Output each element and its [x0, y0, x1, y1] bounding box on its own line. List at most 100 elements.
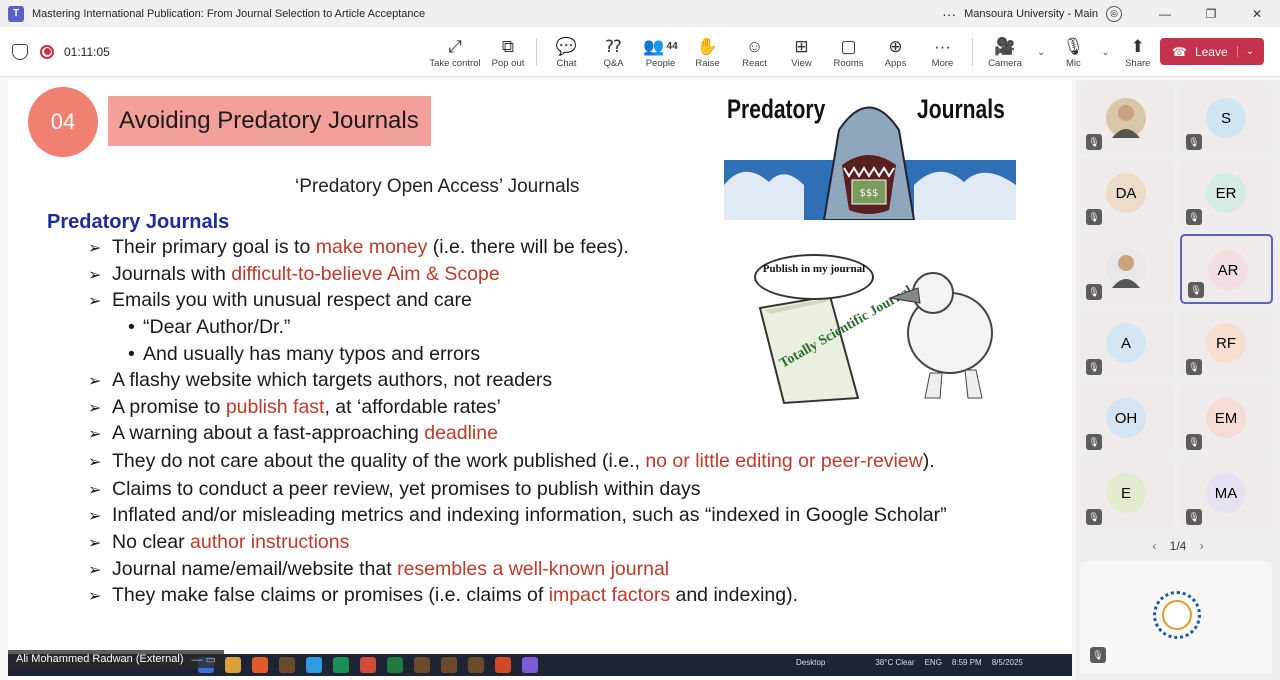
participants-pager: ‹ 1/4 ›: [1076, 539, 1280, 553]
minimize-button[interactable]: —: [1142, 0, 1188, 27]
self-video-tile[interactable]: 🎙: [1080, 561, 1272, 673]
participant-tile[interactable]: S 🎙: [1180, 84, 1273, 154]
organization-name[interactable]: Mansoura University - Main: [964, 8, 1098, 20]
participant-tile[interactable]: 🎙: [1080, 234, 1173, 304]
muted-mic-icon: 🎙: [1086, 509, 1102, 525]
bullet-text: Claims to conduct a peer review, yet pro…: [112, 478, 701, 500]
share-button[interactable]: ⬆ Share: [1116, 27, 1160, 77]
close-window-button[interactable]: ✕: [1234, 0, 1280, 27]
shared-slide: 04 Avoiding Predatory Journals $$$ Preda…: [8, 80, 1072, 680]
pager-prev-icon[interactable]: ‹: [1152, 539, 1156, 553]
mic-button[interactable]: 🎙 Mic: [1051, 27, 1095, 77]
highlighted-text: difficult-to-believe Aim & Scope: [231, 263, 500, 285]
taskbar-lang: ENG: [924, 658, 942, 667]
bullet-text: A warning about a fast-approaching: [112, 422, 425, 444]
toolbar-buttons: ⤢ Take control ⧉ Pop out 💬 Chat ⁇ Q&A 👥 44 People ✋…: [424, 27, 1160, 77]
app-icon: [495, 657, 511, 673]
rooms-button[interactable]: ▢ Rooms: [825, 27, 872, 77]
participant-tile[interactable]: DA 🎙: [1080, 159, 1173, 229]
app-icon: [306, 657, 322, 673]
bullet-item: ➢ Emails you with unusual respect and car…: [88, 289, 472, 312]
arrow-bullet-icon: ➢: [88, 400, 102, 417]
muted-mic-icon: 🎙: [1186, 434, 1202, 450]
people-count: 44: [666, 41, 678, 52]
people-button[interactable]: 👥 44 People: [637, 27, 684, 77]
sub-bullet-text: “Dear Author/Dr.”: [143, 316, 291, 338]
arrow-bullet-icon: ➢: [88, 293, 102, 310]
participant-tile[interactable]: MA 🎙: [1180, 459, 1273, 529]
app-icon: [522, 657, 538, 673]
apps-button[interactable]: ⊕ Apps: [872, 27, 919, 77]
participant-tile[interactable]: E 🎙: [1080, 459, 1173, 529]
participant-photo: [1106, 98, 1146, 138]
section-title: Predatory Journals: [47, 211, 230, 233]
chat-button[interactable]: 💬 Chat: [543, 27, 590, 77]
react-button[interactable]: ☺ React: [731, 27, 778, 77]
share-label: Share: [1125, 57, 1151, 69]
apps-icon: ⊕: [888, 36, 903, 56]
camera-button[interactable]: 🎥 Camera: [979, 27, 1031, 77]
pop-out-button[interactable]: ⧉ Pop out: [486, 27, 530, 77]
participant-tile[interactable]: OH 🎙: [1080, 384, 1173, 454]
take-control-label: Take control: [429, 57, 481, 69]
taskbar-desktop: Desktop: [796, 658, 826, 667]
shark-title-left: Predatory: [727, 94, 826, 124]
presenter-controls[interactable]: — ▭: [192, 653, 216, 666]
pop-out-icon: ⧉: [501, 36, 515, 56]
bullet-item: ➢ Their primary goal is to make money (i.…: [88, 236, 629, 259]
qa-button[interactable]: ⁇ Q&A: [590, 27, 637, 77]
chevron-down-icon[interactable]: ⌄: [1236, 46, 1254, 57]
take-control-button[interactable]: ⤢ Take control: [424, 27, 486, 77]
muted-mic-icon: 🎙: [1186, 359, 1202, 375]
participant-avatar: E: [1106, 473, 1146, 513]
react-icon: ☺: [745, 36, 764, 56]
bullet-dot-icon: •: [128, 316, 135, 338]
participant-tile[interactable]: 🎙: [1080, 84, 1173, 154]
more-button[interactable]: ··· More: [919, 27, 966, 77]
more-options-icon[interactable]: ···: [938, 6, 960, 22]
shield-icon[interactable]: [12, 43, 28, 60]
camera-options-chevron-icon[interactable]: ⌄: [1037, 47, 1045, 58]
view-button[interactable]: ⊞ View: [778, 27, 825, 77]
wolf-cartoon-image: Totally Scientific Journal Publish in my…: [750, 248, 1005, 408]
people-label: People: [645, 57, 676, 69]
app-icon: [468, 657, 484, 673]
sub-bullet-text: And usually has many typos and errors: [143, 343, 481, 365]
bullet-text: Journals with: [112, 263, 232, 285]
organization-logo-icon: ◎: [1106, 5, 1122, 22]
svg-text:$$$: $$$: [859, 188, 878, 199]
chat-label: Chat: [556, 57, 577, 69]
speech-bubble: Publish in my journal: [754, 254, 874, 300]
participant-tile[interactable]: A 🎙: [1080, 309, 1173, 379]
bullet-text: They make false claims or promises (i.e.…: [112, 584, 549, 606]
app-icon: [387, 657, 403, 673]
participant-tile[interactable]: EM 🎙: [1180, 384, 1273, 454]
bullet-text: No clear: [112, 531, 191, 553]
predatory-journals-shark-image: $$$ Predatory Journals: [724, 90, 1016, 220]
pager-next-icon[interactable]: ›: [1200, 539, 1204, 553]
raise-button[interactable]: ✋ Raise: [684, 27, 731, 77]
bullet-text: (i.e. there will be fees).: [427, 236, 629, 258]
participant-tile[interactable]: ER 🎙: [1180, 159, 1273, 229]
leave-button[interactable]: ☎ Leave ⌄: [1160, 38, 1264, 65]
arrow-bullet-icon: ➢: [88, 562, 102, 579]
participant-tile[interactable]: RF 🎙: [1180, 309, 1273, 379]
mic-options-chevron-icon[interactable]: ⌄: [1101, 47, 1109, 58]
meeting-timer: 01:11:05: [64, 44, 110, 59]
toolbar-separator: [536, 38, 537, 66]
bullet-item: ➢ Journal name/email/website that resembl…: [88, 558, 669, 581]
chat-icon: 💬: [555, 36, 578, 56]
app-icon: [333, 657, 349, 673]
teams-app-icon: T: [8, 5, 24, 22]
pop-out-label: Pop out: [491, 57, 525, 69]
app-icon: [279, 657, 295, 673]
taskbar-weather: 38°C Clear: [875, 658, 915, 667]
bullet-item: ➢ A flashy website which targets authors,…: [88, 369, 552, 392]
section-number-badge: 04: [28, 87, 98, 157]
restore-button[interactable]: ❐: [1188, 0, 1234, 27]
muted-mic-icon: 🎙: [1186, 134, 1202, 150]
bullet-item: ➢ Inflated and/or misleading metrics and …: [88, 504, 947, 527]
participant-tile[interactable]: AR 🎙: [1180, 234, 1273, 304]
muted-mic-icon: 🎙: [1086, 209, 1102, 225]
muted-mic-icon: 🎙: [1086, 359, 1102, 375]
